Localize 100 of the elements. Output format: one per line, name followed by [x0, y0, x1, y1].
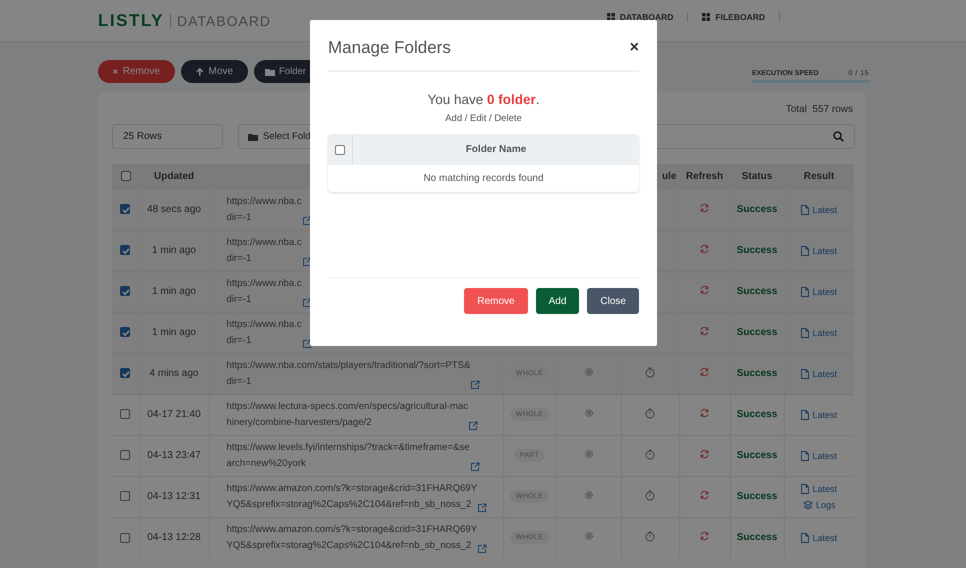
empty-message: No matching records found	[422, 172, 545, 186]
latest-link[interactable]: Latest	[801, 328, 838, 338]
external-link-icon	[477, 544, 488, 554]
nav-link[interactable]: FILEBOARD	[688, 12, 780, 22]
latest-link[interactable]: Latest	[801, 286, 838, 296]
external-link-icon	[470, 380, 480, 390]
url-text: https://www.amazon.com/s?k=storage&crid=31FHARQ69Y YQ5&sprefix=storag%2Caps%2C104&ref=nb_sb_noss_2	[226, 522, 478, 553]
status-text: Success	[736, 450, 778, 461]
refresh-icon	[699, 449, 710, 459]
url-text: https://www.nba.com/stats/players/traditional/?sort=PTS& dir=-1	[226, 358, 470, 388]
gear-icon	[584, 490, 594, 500]
refresh-icon	[699, 490, 710, 500]
remove-button[interactable]: Remove	[98, 60, 175, 83]
external-link-icon	[302, 216, 312, 226]
status-text: Success	[736, 286, 778, 297]
rows-select[interactable]: 25 Rows	[112, 124, 223, 149]
logo[interactable]: LISTLY	[98, 10, 164, 30]
url-text: https://www.lectura-specs.com/en/specs/agricultural-mac hinery/combine-harvesters/page/2	[226, 400, 468, 430]
column-header: Refresh	[686, 170, 724, 182]
column-header: Folder Name	[464, 143, 528, 157]
column-header: Updated	[154, 170, 194, 182]
url-text: https://www.nba.c dir=-1	[226, 194, 302, 224]
modal-title: Manage Folders	[328, 38, 451, 58]
file-icon	[801, 368, 810, 378]
latest-link[interactable]: Latest	[801, 484, 838, 494]
file-icon	[801, 450, 810, 460]
updated-time: 1 min ago	[152, 245, 196, 256]
stopwatch-icon	[645, 448, 655, 460]
refresh-icon	[699, 285, 710, 295]
status-text: Success	[736, 245, 778, 256]
remove-button[interactable]: Remove	[464, 288, 528, 314]
file-icon	[801, 204, 810, 214]
gear-icon	[584, 367, 594, 377]
gear-icon	[584, 531, 594, 542]
file-icon	[801, 328, 810, 338]
select-all-checkbox[interactable]	[120, 171, 130, 182]
add-button[interactable]: Add	[536, 288, 580, 314]
status-text: Success	[736, 204, 778, 215]
url-text: https://www.levels.fyi/internships/?track=&timeframe=&se arch=new%20york	[226, 440, 470, 470]
checkbox[interactable]	[120, 286, 130, 296]
updated-time: 04-13 23:47	[147, 450, 201, 461]
close-button[interactable]: Close	[587, 288, 639, 314]
external-link-icon	[302, 338, 312, 348]
updated-time: 04-13 12:28	[147, 532, 201, 544]
checkbox[interactable]	[120, 409, 130, 420]
file-icon	[801, 532, 810, 543]
external-link-icon	[468, 420, 478, 430]
gear-icon	[584, 408, 594, 418]
status-text: Success	[736, 491, 778, 502]
url-text: https://www.amazon.com/s?k=storage&crid=31FHARQ69Y YQ5&sprefix=storag%2Caps%2C104&ref=nb_sb_noss_2	[226, 482, 478, 512]
external-link-icon	[302, 298, 312, 308]
status-text: Success	[736, 532, 778, 544]
external-link-icon	[477, 502, 488, 512]
latest-link[interactable]: Latest	[801, 410, 838, 420]
file-icon	[801, 484, 810, 494]
latest-link[interactable]: Latest	[801, 246, 838, 256]
updated-time: 4 mins ago	[150, 368, 198, 379]
latest-link[interactable]: Latest	[801, 450, 838, 460]
stopwatch-icon	[645, 490, 655, 500]
file-icon	[801, 246, 810, 256]
url-text: https://www.nba.c dir=-1	[226, 318, 302, 348]
column-header: ule	[662, 170, 676, 182]
refresh-icon	[699, 367, 710, 377]
row-count: Total 557 rows	[784, 104, 853, 115]
stopwatch-icon	[645, 530, 655, 542]
checkmark-icon	[121, 205, 132, 216]
checkbox[interactable]	[120, 491, 130, 502]
file-icon	[801, 410, 810, 420]
checkbox[interactable]	[120, 327, 130, 338]
refresh-icon	[699, 326, 710, 336]
checkbox[interactable]	[120, 532, 130, 543]
url-text: https://www.nba.c dir=-1	[226, 236, 302, 266]
status-text: Success	[736, 409, 778, 420]
external-link-icon	[302, 256, 312, 266]
section-title: DATABOARD	[170, 14, 272, 28]
checkbox[interactable]	[120, 450, 130, 460]
column-header: Result	[804, 170, 834, 182]
checkbox[interactable]	[120, 368, 130, 378]
refresh-icon	[699, 531, 710, 542]
close-button[interactable]: ×	[630, 39, 639, 57]
external-link-icon	[470, 462, 480, 472]
refresh-icon	[699, 203, 710, 213]
checkmark-icon	[121, 328, 132, 338]
updated-time: 1 min ago	[152, 286, 196, 297]
latest-link[interactable]: Latest	[801, 532, 838, 543]
latest-link[interactable]: Latest	[801, 204, 838, 214]
search-icon	[833, 131, 844, 142]
latest-link[interactable]: Latest	[801, 368, 838, 378]
move-button[interactable]: Move	[181, 60, 248, 83]
checkbox[interactable]	[120, 204, 130, 214]
updated-time: 1 min ago	[152, 327, 196, 338]
folder-summary: You have 0 folder.	[426, 92, 541, 107]
stopwatch-icon	[645, 408, 655, 418]
logs-link[interactable]: Logs	[802, 500, 836, 510]
checkmark-icon	[121, 246, 132, 256]
select-all-checkbox[interactable]	[335, 144, 345, 154]
updated-time: 04-17 21:40	[147, 409, 201, 420]
url-text: https://www.nba.c dir=-1	[226, 276, 302, 306]
updated-time: 48 secs ago	[147, 204, 201, 215]
checkbox[interactable]	[120, 245, 130, 256]
